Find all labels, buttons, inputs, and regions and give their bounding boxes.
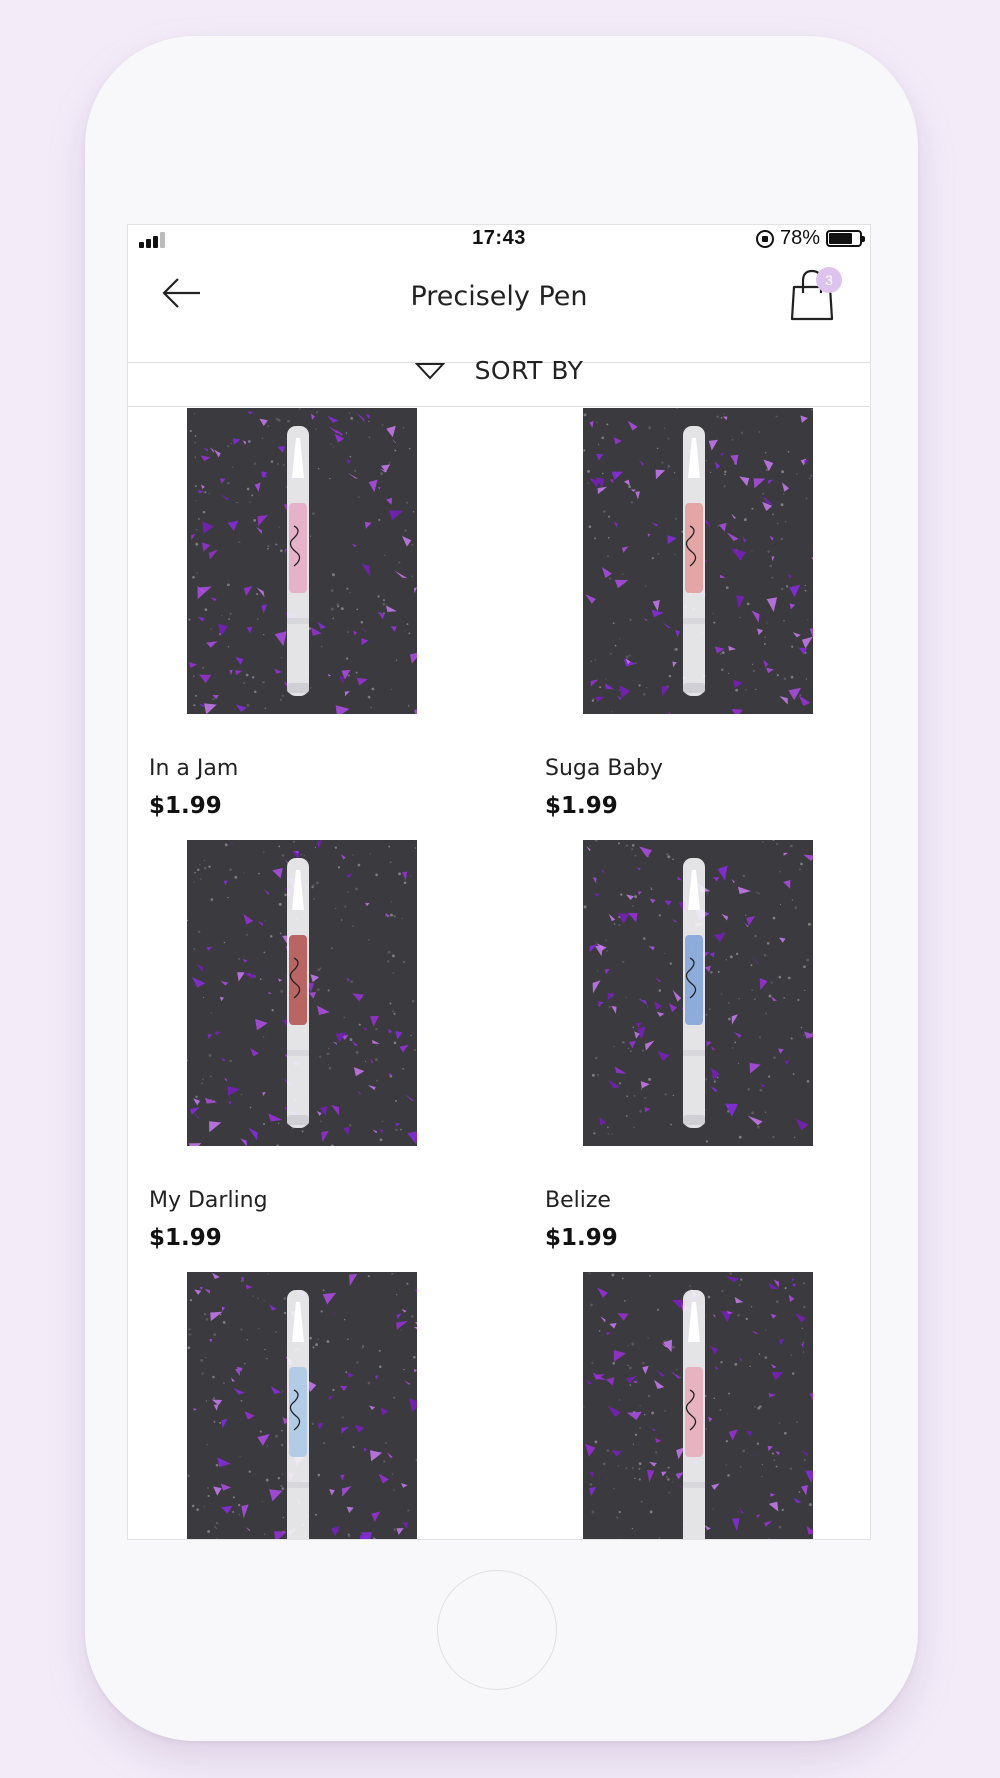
product-price: $1.99 — [149, 793, 222, 819]
app-screen: 17:43 78% Precisely Pen 3 SORT BY In a J… — [127, 224, 871, 1540]
product-name: My Darling — [149, 1188, 268, 1213]
product-image — [187, 408, 417, 714]
status-right: 78% — [755, 227, 865, 250]
cart-count-badge: 3 — [816, 267, 842, 293]
product-price: $1.99 — [149, 1225, 222, 1251]
product-photo — [583, 408, 813, 714]
rotation-lock-icon — [755, 229, 774, 248]
product-name: In a Jam — [149, 756, 239, 781]
product-image — [583, 1272, 813, 1539]
cart-button[interactable]: 3 — [786, 267, 842, 321]
product-price: $1.99 — [545, 1225, 618, 1251]
product-photo — [187, 840, 417, 1146]
product-price: $1.99 — [545, 793, 618, 819]
product-image — [187, 1272, 417, 1539]
product-image — [583, 408, 813, 714]
product-name: Belize — [545, 1188, 611, 1213]
status-bar: 17:43 78% — [128, 225, 870, 253]
product-name: Suga Baby — [545, 756, 663, 781]
product-photo — [583, 840, 813, 1146]
triangle-down-icon — [414, 362, 445, 379]
product-photo — [187, 408, 417, 714]
sort-by-label: SORT BY — [474, 356, 584, 385]
product-photo — [583, 1272, 813, 1539]
battery-percent: 78% — [779, 227, 820, 249]
page-title: Precisely Pen — [410, 281, 588, 312]
product-image — [583, 840, 813, 1146]
product-image — [187, 840, 417, 1146]
battery-icon — [826, 230, 865, 247]
home-button[interactable] — [437, 1570, 557, 1690]
sort-by-button[interactable]: SORT BY — [128, 335, 870, 407]
product-photo — [187, 1272, 417, 1539]
